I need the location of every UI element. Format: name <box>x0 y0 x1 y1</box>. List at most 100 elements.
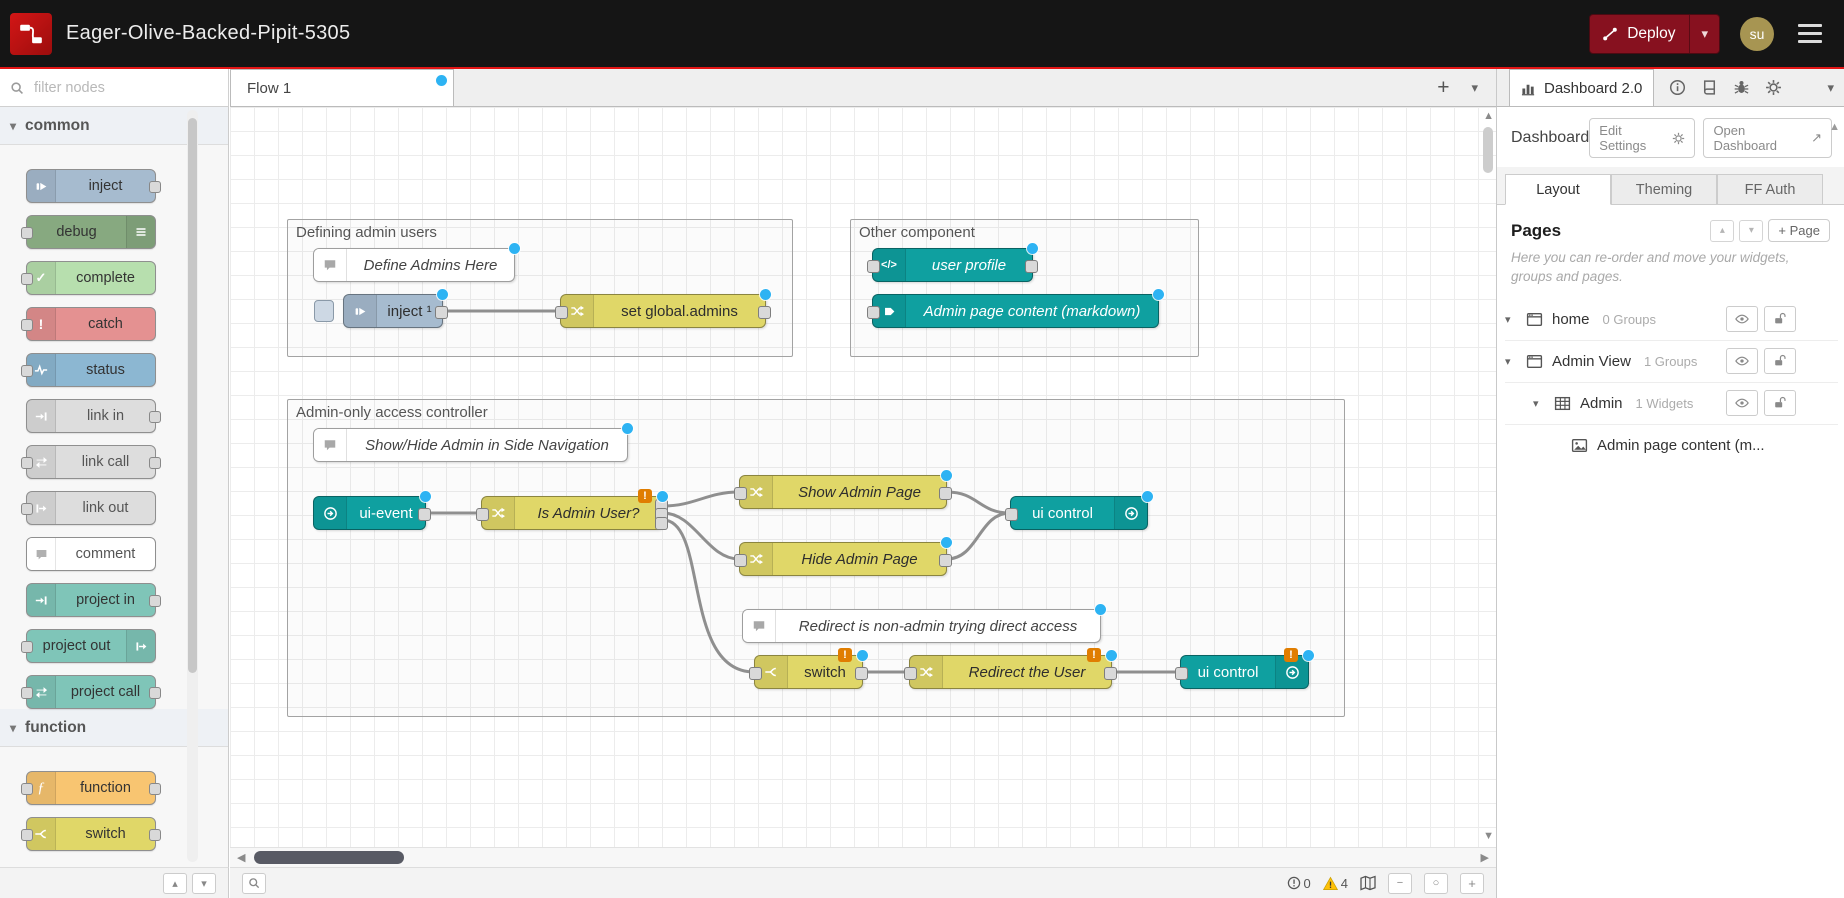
canvas-scroll-down[interactable]: ▼ <box>1483 830 1494 842</box>
chevron-down-icon[interactable]: ▾ <box>1505 313 1517 326</box>
output-port[interactable] <box>435 306 448 319</box>
palette-scrollbar-thumb[interactable] <box>188 118 197 673</box>
palette-node-link-out[interactable]: link out <box>26 491 156 525</box>
wire[interactable] <box>947 513 1010 559</box>
palette-node-catch[interactable]: ! catch <box>26 307 156 341</box>
palette-node-function[interactable]: ƒ function <box>26 771 156 805</box>
palette-node-inject[interactable]: inject <box>26 169 156 203</box>
filter-nodes-input[interactable] <box>32 79 204 97</box>
palette-node-project-in[interactable]: project in <box>26 583 156 617</box>
search-flows-button[interactable] <box>242 873 266 894</box>
node-admin-page-content[interactable]: Admin page content (markdown) <box>872 294 1159 328</box>
node-switch[interactable]: switch ! <box>754 655 863 689</box>
visibility-eye-button[interactable] <box>1726 348 1758 374</box>
input-port[interactable] <box>904 667 917 680</box>
minimap-toggle[interactable] <box>1360 875 1376 891</box>
node-ui-control-2[interactable]: ui control ! <box>1180 655 1309 689</box>
node-show-hide-comment[interactable]: Show/Hide Admin in Side Navigation <box>313 428 628 462</box>
move-page-down-button[interactable]: ▾ <box>1739 220 1763 242</box>
output-port[interactable] <box>939 554 952 567</box>
palette-node-debug[interactable]: debug <box>26 215 156 249</box>
expand-categories-button[interactable]: ▾ <box>192 873 216 894</box>
tab-ff-auth[interactable]: FF Auth <box>1717 174 1823 205</box>
user-avatar[interactable]: su <box>1740 17 1774 51</box>
canvas-scroll-right[interactable]: ▶ <box>1474 851 1496 864</box>
node-define-admins-comment[interactable]: Define Admins Here <box>313 248 515 282</box>
output-port[interactable] <box>855 667 868 680</box>
tab-dashboard-2[interactable]: Dashboard 2.0 <box>1509 69 1654 106</box>
output-port[interactable] <box>939 487 952 500</box>
input-port[interactable] <box>867 306 880 319</box>
output-port[interactable] <box>758 306 771 319</box>
zoom-reset-button[interactable]: ○ <box>1424 873 1448 894</box>
tree-row-admin-group[interactable]: ▾ Admin 1 Widgets <box>1505 383 1838 425</box>
palette-node-project-call[interactable]: project call <box>26 675 156 709</box>
sidebar-menu-caret[interactable]: ▾ <box>1827 80 1844 106</box>
node-ui-control-1[interactable]: ui control <box>1010 496 1148 530</box>
chevron-down-icon[interactable]: ▾ <box>1533 397 1545 410</box>
warning-count[interactable]: 4 <box>1323 876 1348 891</box>
tab-layout[interactable]: Layout <box>1505 174 1611 205</box>
input-port[interactable] <box>867 260 880 273</box>
tree-row-admin-view[interactable]: ▾ Admin View 1 Groups <box>1505 341 1838 383</box>
canvas-vscrollbar-thumb[interactable] <box>1483 127 1493 173</box>
inject-trigger-button[interactable] <box>314 300 334 322</box>
lock-button[interactable] <box>1764 390 1796 416</box>
output-port[interactable] <box>1025 260 1038 273</box>
main-menu-button[interactable] <box>1794 20 1826 47</box>
input-port[interactable] <box>1175 667 1188 680</box>
palette-node-switch[interactable]: switch <box>26 817 156 851</box>
canvas-scroll-up[interactable]: ▲ <box>1483 110 1494 122</box>
node-redirect-the-user[interactable]: Redirect the User ! <box>909 655 1112 689</box>
canvas-hscrollbar-track[interactable] <box>252 851 1473 864</box>
output-port-3[interactable] <box>655 517 668 530</box>
zoom-out-button[interactable]: − <box>1388 873 1412 894</box>
node-redirect-comment[interactable]: Redirect is non-admin trying direct acce… <box>742 609 1101 643</box>
visibility-eye-button[interactable] <box>1726 306 1758 332</box>
input-port[interactable] <box>734 487 747 500</box>
canvas-scroll-left[interactable]: ◀ <box>230 851 252 864</box>
sidebar-scroll-up[interactable]: ▲ <box>1829 121 1840 133</box>
tree-row-admin-page-content[interactable]: Admin page content (m... <box>1505 425 1838 467</box>
output-port[interactable] <box>1104 667 1117 680</box>
output-port[interactable] <box>418 508 431 521</box>
input-port[interactable] <box>749 667 762 680</box>
help-book-icon[interactable] <box>1701 79 1718 96</box>
edit-settings-button[interactable]: Edit Settings <box>1589 118 1695 158</box>
input-port[interactable] <box>1005 508 1018 521</box>
palette-node-status[interactable]: status <box>26 353 156 387</box>
deploy-options-caret[interactable]: ▾ <box>1689 15 1719 53</box>
palette-node-comment[interactable]: comment <box>26 537 156 571</box>
collapse-categories-button[interactable]: ▴ <box>163 873 187 894</box>
chevron-down-icon[interactable]: ▾ <box>1505 355 1517 368</box>
input-port[interactable] <box>734 554 747 567</box>
lock-button[interactable] <box>1764 348 1796 374</box>
node-set-global-admins[interactable]: set global.admins <box>560 294 766 328</box>
flow-list-caret[interactable]: ▾ <box>1471 80 1478 96</box>
settings-gear-icon[interactable] <box>1765 79 1782 96</box>
wire[interactable] <box>947 492 1010 513</box>
error-count[interactable]: 0 <box>1287 876 1311 891</box>
add-flow-button[interactable]: + <box>1437 77 1449 98</box>
node-ui-event[interactable]: ui-event <box>313 496 426 530</box>
node-user-profile[interactable]: </> user profile <box>872 248 1033 282</box>
info-icon[interactable] <box>1669 79 1686 96</box>
zoom-in-button[interactable]: + <box>1460 873 1484 894</box>
add-page-button[interactable]: + Page <box>1768 219 1830 242</box>
input-port[interactable] <box>476 508 489 521</box>
tab-flow-1[interactable]: Flow 1 <box>230 69 454 106</box>
flow-canvas[interactable]: Defining admin users Other component Adm… <box>230 107 1496 847</box>
input-port[interactable] <box>555 306 568 319</box>
palette-node-project-out[interactable]: project out <box>26 629 156 663</box>
lock-button[interactable] <box>1764 306 1796 332</box>
node-inject[interactable]: inject ¹ <box>343 294 443 328</box>
node-is-admin-user[interactable]: Is Admin User? ! <box>481 496 663 530</box>
wire[interactable] <box>663 513 739 559</box>
wire[interactable] <box>663 492 739 506</box>
palette-node-link-call[interactable]: link call <box>26 445 156 479</box>
tab-theming[interactable]: Theming <box>1611 174 1717 205</box>
open-dashboard-button[interactable]: Open Dashboard ↗ <box>1703 118 1832 158</box>
palette-node-complete[interactable]: ✓ complete <box>26 261 156 295</box>
debug-bug-icon[interactable] <box>1733 79 1750 96</box>
deploy-button[interactable]: Deploy ▾ <box>1589 14 1720 54</box>
